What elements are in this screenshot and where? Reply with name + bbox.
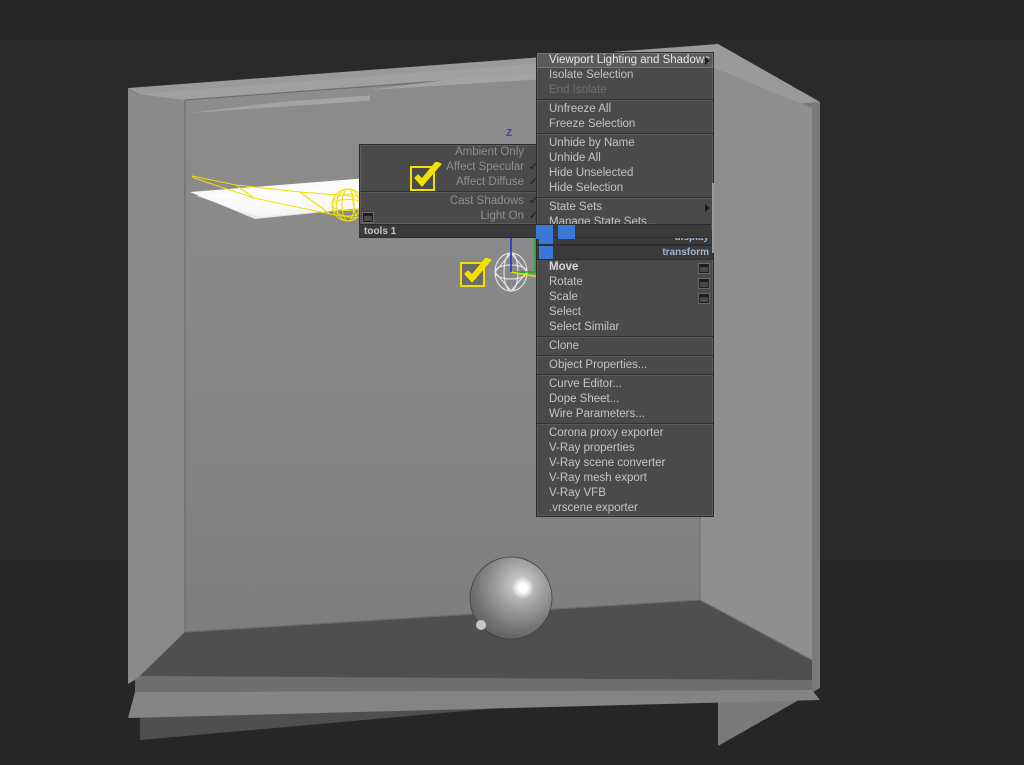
menu-item-label: Isolate Selection [549,69,634,81]
menu-item-select[interactable]: Select [537,305,713,320]
section-swatch [539,246,553,259]
menu-item-label: V-Ray properties [549,442,635,454]
menu-separator [537,355,713,357]
dialog-box-icon[interactable] [699,279,709,288]
menu-item-viewport-lighting-and-shadows[interactable]: Viewport Lighting and Shadows [537,53,713,68]
menu-item-label: .vrscene exporter [549,502,638,514]
menu-item-corona-proxy-exporter[interactable]: Corona proxy exporter [537,426,713,441]
menu-item-unhide-all[interactable]: Unhide All [537,151,713,166]
submenu-arrow-icon [705,203,710,212]
menu-item-label: Corona proxy exporter [549,427,664,439]
menu-item-rotate[interactable]: Rotate [537,275,713,290]
menu-item-label: Unhide All [549,152,601,164]
menu-item-wire-parameters[interactable]: Wire Parameters... [537,407,713,422]
menu-item-label: Dope Sheet... [549,393,620,405]
menu-item-move[interactable]: Move [537,260,713,275]
menu-item-curve-editor[interactable]: Curve Editor... [537,377,713,392]
quad-menu-title-label: tools 1 [364,226,397,237]
submenu-arrow-icon [705,56,710,65]
menu-separator [537,336,713,338]
menu-item-affect-specular[interactable]: Affect Specular ✓ [360,160,542,175]
menu-item-end-isolate: End Isolate [537,83,713,98]
menu-item-scale[interactable]: Scale [537,290,713,305]
menu-item-vrscene-exporter[interactable]: .vrscene exporter [537,501,713,516]
menu-item-hide-selection[interactable]: Hide Selection [537,181,713,196]
menu-separator [537,197,713,199]
menu-separator [537,374,713,376]
menu-item-vray-vfb[interactable]: V-Ray VFB [537,486,713,501]
menu-scroll-mark [712,183,714,253]
menu-item-label: Unfreeze All [549,103,612,115]
menu-item-label: Wire Parameters... [549,408,645,420]
menu-item-label: Affect Specular [446,161,524,173]
light-quad-menu[interactable]: Ambient Only Affect Specular ✓ Affect Di… [359,144,543,225]
menu-separator [537,133,713,135]
menu-item-label: Hide Selection [549,182,624,194]
dialog-box-icon[interactable] [699,294,709,303]
menu-item-label: Ambient Only [454,146,524,158]
menu-item-label: Select Similar [549,321,620,333]
menu-item-label: V-Ray mesh export [549,472,647,484]
menu-item-label: Unhide by Name [549,137,635,149]
menu-item-label: V-Ray scene converter [549,457,666,469]
menu-item-label: Cast Shadows [449,195,524,207]
menu-item-unfreeze-all[interactable]: Unfreeze All [537,102,713,117]
menu-item-label: Hide Unselected [549,167,634,179]
menu-item-freeze-selection[interactable]: Freeze Selection [537,117,713,132]
menu-separator [360,191,542,193]
menu-item-label: Object Properties... [549,359,648,371]
dialog-box-icon[interactable] [363,213,373,222]
quad-menu-title-bar[interactable]: tools 1 [359,224,711,239]
menu-item-label: V-Ray VFB [549,487,606,499]
menu-item-vray-properties[interactable]: V-Ray properties [537,441,713,456]
sphere-object [469,556,553,640]
menu-item-vray-mesh-export[interactable]: V-Ray mesh export [537,471,713,486]
dialog-box-icon[interactable] [699,264,709,273]
menu-item-object-properties[interactable]: Object Properties... [537,358,713,373]
menu-item-cast-shadows[interactable]: Cast Shadows ✓ [360,194,542,209]
menu-item-state-sets[interactable]: State Sets [537,200,713,215]
menu-item-label: Freeze Selection [549,118,636,130]
menu-item-label: Clone [549,340,580,352]
menu-item-isolate-selection[interactable]: Isolate Selection [537,68,713,83]
menu-item-label: Scale [549,291,578,303]
menu-item-label: Curve Editor... [549,378,622,390]
menu-item-unhide-by-name[interactable]: Unhide by Name [537,136,713,151]
menu-item-clone[interactable]: Clone [537,339,713,354]
menu-item-ambient-only[interactable]: Ambient Only [360,145,542,160]
menu-separator [537,99,713,101]
menu-item-affect-diffuse[interactable]: Affect Diffuse ✓ [360,175,542,190]
menu-item-label: Move [549,261,579,273]
menu-item-label: End Isolate [549,84,607,96]
title-swatch-a [536,225,553,239]
menu-item-label: Rotate [549,276,583,288]
menu-item-select-similar[interactable]: Select Similar [537,320,713,335]
menu-item-dope-sheet[interactable]: Dope Sheet... [537,392,713,407]
menu-item-hide-unselected[interactable]: Hide Unselected [537,166,713,181]
menu-item-label: Viewport Lighting and Shadows [549,54,710,66]
menu-item-label: Light On [480,210,524,222]
scene-render [0,0,1024,765]
menu-separator [537,423,713,425]
menu-item-label: Affect Diffuse [456,176,524,188]
menu-item-vray-scene-converter[interactable]: V-Ray scene converter [537,456,713,471]
title-swatch-b [558,225,575,239]
axis-label-z: Z [506,128,513,139]
menu-item-label: State Sets [549,201,603,213]
quad-menu-right[interactable]: Viewport Lighting and Shadows Isolate Se… [536,52,714,517]
menu-item-label: Select [549,306,581,318]
section-header-transform: transform [537,245,713,260]
section-label: transform [662,247,709,258]
menu-item-light-on[interactable]: Light On ✓ [360,209,542,224]
viewport[interactable]: Z [0,0,1024,765]
max-viewport-window: Z Ambient Only Affect Specular ✓ Affect … [0,0,1024,765]
